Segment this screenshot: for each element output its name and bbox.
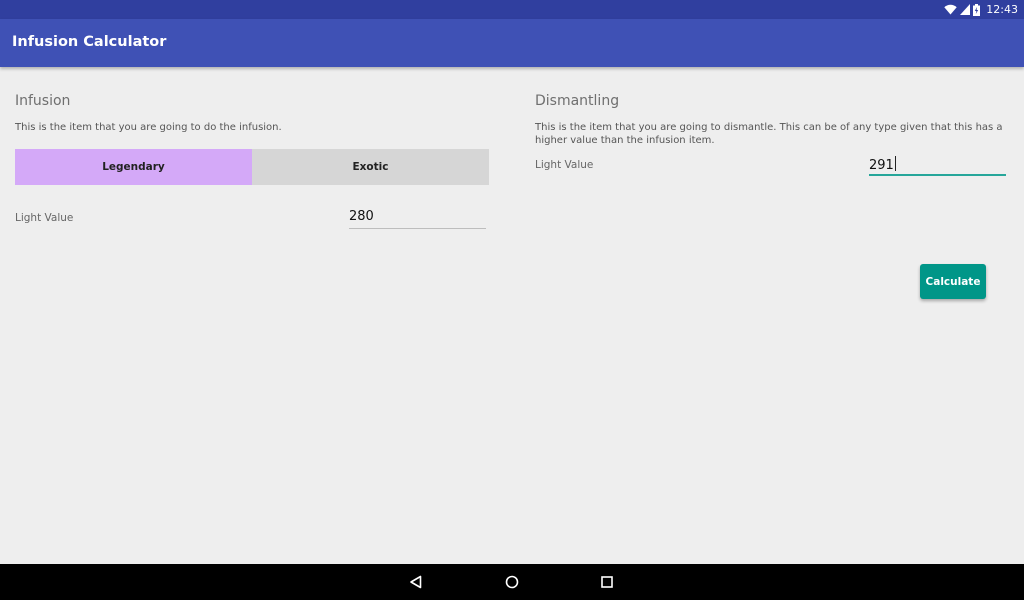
text-caret	[894, 156, 896, 171]
exotic-toggle-button[interactable]: Exotic	[252, 149, 489, 185]
infusion-description: This is the item that you are going to d…	[15, 122, 282, 133]
home-icon[interactable]	[503, 573, 521, 591]
status-icons: 12:43	[944, 2, 1018, 17]
dismantling-light-value: 291	[869, 158, 894, 173]
dismantling-description-line-2: higher value than the infusion item.	[535, 135, 715, 146]
infusion-light-input[interactable]: 280	[349, 207, 486, 229]
dismantling-light-input[interactable]: 291	[869, 154, 1006, 176]
rarity-toggle: Legendary Exotic	[15, 149, 489, 185]
dismantling-description: This is the item that you are going to d…	[535, 121, 1015, 147]
dismantling-light-label: Light Value	[535, 159, 594, 171]
calculate-button[interactable]: Calculate	[920, 264, 986, 299]
legendary-toggle-button[interactable]: Legendary	[15, 149, 252, 185]
dismantling-description-line-1: This is the item that you are going to d…	[535, 122, 1003, 133]
app-bar: Infusion Calculator	[0, 19, 1024, 67]
status-bar: 12:43	[0, 0, 1024, 19]
app-title: Infusion Calculator	[12, 34, 167, 50]
recents-icon[interactable]	[598, 573, 616, 591]
back-icon[interactable]	[407, 573, 425, 591]
dismantling-title: Dismantling	[535, 93, 620, 109]
infusion-light-label: Light Value	[15, 212, 74, 224]
signal-icon	[960, 4, 971, 15]
status-time: 12:43	[986, 3, 1018, 16]
infusion-light-value: 280	[349, 209, 374, 224]
infusion-title: Infusion	[15, 93, 71, 109]
wifi-icon	[944, 4, 957, 15]
nav-bar	[0, 564, 1024, 600]
battery-charging-icon	[973, 3, 981, 16]
